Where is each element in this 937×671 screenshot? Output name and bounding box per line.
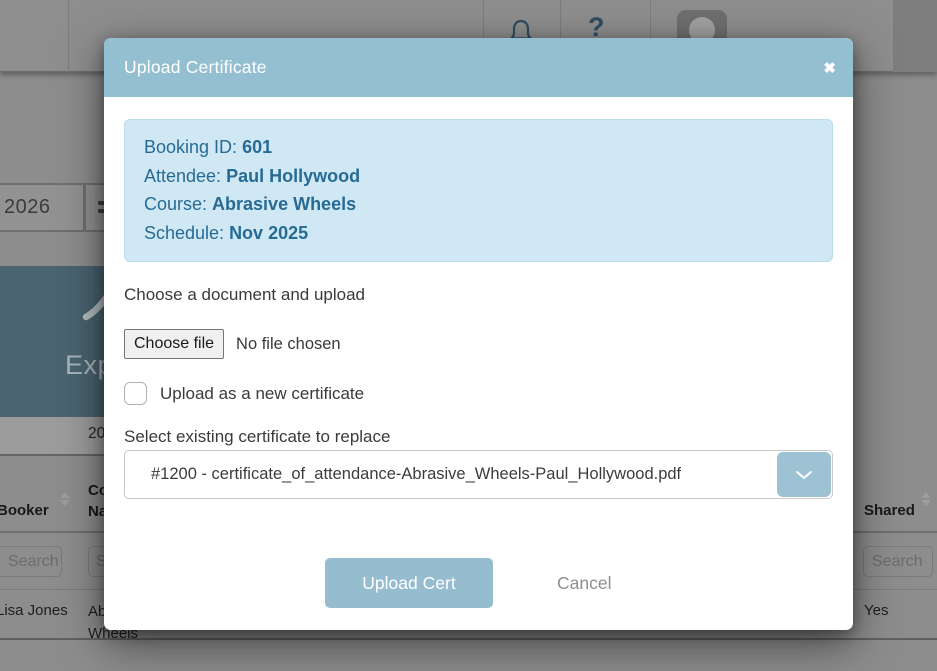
modal-body: Booking ID: 601 Attendee: Paul Hollywood… [104,119,853,608]
existing-certificate-select[interactable]: #1200 - certificate_of_attendance-Abrasi… [124,450,833,499]
upload-cert-button[interactable]: Upload Cert [325,558,493,608]
schedule-label: Schedule: [144,223,229,243]
modal-header: Upload Certificate ✖ [104,38,853,97]
cancel-button[interactable]: Cancel [557,573,611,594]
booking-info-panel: Booking ID: 601 Attendee: Paul Hollywood… [124,119,833,262]
page: ? 2026 Exp 20 Booker Course Name Shared … [0,0,937,671]
course-row: Course: Abrasive Wheels [144,190,813,219]
table-cell-booker: Lisa Jones [0,602,68,619]
search-input-shared[interactable] [863,546,933,577]
sort-up-arrow [921,492,931,498]
booking-id-value: 601 [242,137,272,157]
close-icon[interactable]: ✖ [823,38,836,97]
file-input-row: Choose file No file chosen [124,329,833,359]
year-filter[interactable]: 2026 [0,183,85,232]
column-header-shared[interactable]: Shared [864,502,915,519]
schedule-value: Nov 2025 [229,223,308,243]
sort-down-arrow [60,500,70,506]
attendee-row: Attendee: Paul Hollywood [144,162,813,191]
existing-certificate-value: #1200 - certificate_of_attendance-Abrasi… [151,465,681,484]
attendee-label: Attendee: [144,166,226,186]
sort-up-arrow [60,492,70,498]
attendee-value: Paul Hollywood [226,166,360,186]
modal-actions: Upload Cert Cancel [124,558,833,608]
new-certificate-checkbox[interactable] [124,382,147,405]
year-filter-value: 2026 [4,196,51,219]
file-status-text: No file chosen [236,335,341,354]
topbar-right-panel [893,0,937,72]
table-cell-shared: Yes [864,602,888,619]
schedule-row: Schedule: Nov 2025 [144,219,813,248]
booking-id-row: Booking ID: 601 [144,133,813,162]
sort-icon[interactable] [921,492,931,506]
new-certificate-row: Upload as a new certificate [124,382,833,405]
choose-document-label: Choose a document and upload [124,285,833,306]
topbar-divider [68,0,69,72]
course-value: Abrasive Wheels [212,194,356,214]
course-label: Course: [144,194,212,214]
replace-select-label: Select existing certificate to replace [124,427,833,447]
chevron-down-icon[interactable] [777,452,831,497]
upload-certificate-modal: Upload Certificate ✖ Booking ID: 601 Att… [104,38,853,630]
new-certificate-label: Upload as a new certificate [160,384,364,404]
column-header-booker[interactable]: Booker [0,502,49,519]
subheader-text-fragment: 20 [88,425,105,443]
sort-icon[interactable] [60,492,70,506]
modal-title: Upload Certificate [124,57,267,78]
sort-down-arrow [921,500,931,506]
search-input-booker[interactable] [0,546,62,577]
booking-id-label: Booking ID: [144,137,242,157]
choose-file-button[interactable]: Choose file [124,329,224,359]
